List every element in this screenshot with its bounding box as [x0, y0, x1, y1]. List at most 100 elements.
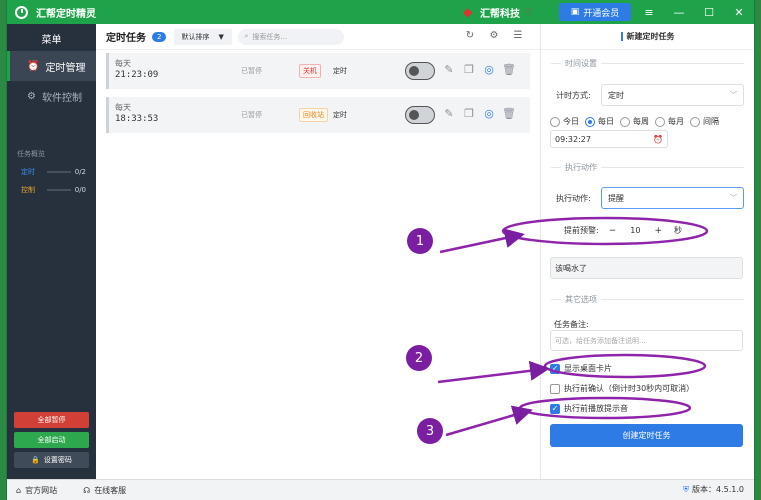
task-row[interactable]: 每天 21:23:09 已暂停 关机 定时 ✎ ❐ ◎ 🗑	[106, 53, 530, 89]
alarm-icon[interactable]: ◎	[479, 107, 499, 120]
document-icon[interactable]: ☰	[506, 30, 530, 41]
edit-icon[interactable]: ✎	[439, 63, 459, 76]
maximize-icon[interactable]: ☐	[694, 0, 724, 24]
section-title: 其它选项	[565, 295, 597, 304]
task-toggle[interactable]	[405, 106, 435, 124]
status-bar: ⌂ 官方网站 ☊ 在线客服 ⛨ 版本：4.5.1.0	[7, 479, 754, 500]
action-select[interactable]: 提醒 ﹀	[601, 187, 744, 209]
sidebar: 菜单 ⏰ 定时管理 ⚙ 软件控制 任务概览 定时 0/2 控制 0/0 全部暂停…	[7, 24, 96, 480]
task-mode: 定时	[333, 67, 347, 75]
new-task-panel: 新建定时任务 时间设置 计时方式: 定时 ﹀ 今日 每日 每周 每月 间隔 09…	[540, 24, 754, 480]
edit-icon[interactable]: ✎	[439, 107, 459, 120]
vip-button[interactable]: ▣ 开通会员	[559, 3, 631, 21]
radio-dot	[655, 116, 665, 127]
sidebar-item-timer-management[interactable]: ⏰ 定时管理	[7, 51, 96, 81]
pause-all-button[interactable]: 全部暂停	[14, 412, 89, 428]
delete-icon[interactable]: 🗑	[499, 63, 519, 76]
sidebar-item-software-control[interactable]: ⚙ 软件控制	[7, 81, 96, 111]
sort-select[interactable]: 默认排序 ▼	[174, 28, 233, 45]
task-row[interactable]: 每天 18:33:53 已暂停 回收站 定时 ✎ ❐ ◎ 🗑	[106, 97, 530, 133]
radio-today[interactable]: 今日	[550, 116, 579, 127]
delete-icon[interactable]: 🗑	[499, 107, 519, 120]
toggle-knob	[409, 66, 419, 76]
title-bar[interactable]: 汇帮定时精灵 ◆ 汇帮科技 ♡ ▣ 开通会员 ≡ — ☐ ✕	[7, 0, 754, 24]
section-title: 时间设置	[565, 59, 597, 68]
heart-icon: ♡	[524, 7, 533, 18]
radio-label: 每日	[598, 117, 614, 126]
radio-label: 间隔	[703, 117, 719, 126]
checkbox-checked-icon: ✓	[550, 363, 560, 374]
radio-dot	[585, 116, 595, 127]
advance-unit: 秒	[673, 226, 682, 235]
radio-label: 每周	[633, 117, 649, 126]
refresh-icon[interactable]: ↻	[458, 30, 482, 41]
create-task-button[interactable]: 创建定时任务	[550, 424, 743, 447]
task-repeat: 每天	[115, 59, 131, 68]
menu-icon[interactable]: ≡	[634, 0, 664, 24]
checkbox-empty-icon	[550, 383, 560, 394]
support-link[interactable]: ☊ 在线客服	[83, 485, 126, 496]
minimize-icon[interactable]: —	[664, 0, 694, 24]
window-controls: ≡ — ☐ ✕	[634, 0, 754, 24]
overview-progress-bar	[47, 171, 71, 173]
app-window: 汇帮定时精灵 ◆ 汇帮科技 ♡ ▣ 开通会员 ≡ — ☐ ✕ 菜单 ⏰ 定时管理…	[7, 0, 754, 480]
clock-icon: ⏰	[27, 60, 40, 72]
settings-icon[interactable]: ⚙	[482, 30, 506, 41]
task-action-tag: 回收站	[299, 108, 328, 122]
toggle-knob	[409, 110, 419, 120]
search-placeholder: 搜索任务...	[252, 32, 288, 41]
alarm-icon[interactable]: ◎	[479, 63, 499, 76]
radio-dot	[620, 116, 630, 127]
panel-title: 新建定时任务	[626, 32, 675, 41]
option-label: 执行前播放提示音	[564, 404, 628, 413]
time-picker-input[interactable]: 09:32:27 ⏰	[550, 130, 668, 148]
option-show-desktop-card[interactable]: ✓ 显示桌面卡片	[550, 363, 612, 374]
message-input[interactable]: 该喝水了	[550, 257, 743, 279]
main-header: 定时任务 2 默认排序 ▼ ⌕ 搜索任务... ↻ ⚙ ☰	[96, 24, 540, 50]
task-toggle[interactable]	[405, 62, 435, 80]
radio-weekly[interactable]: 每周	[620, 116, 649, 127]
lock-icon: 🔒	[31, 456, 40, 464]
sidebar-header: 菜单	[41, 35, 62, 46]
action-label: 执行动作:	[556, 193, 591, 203]
background-right	[755, 0, 761, 500]
task-status: 已暂停	[241, 67, 262, 75]
note-input[interactable]: 可选，给任务添加备注说明...	[550, 330, 743, 351]
timing-method-select[interactable]: 定时 ﹀	[601, 84, 744, 106]
headset-icon: ☊	[83, 485, 91, 495]
timing-method-label: 计时方式:	[556, 90, 591, 100]
vip-button-label: 开通会员	[583, 8, 620, 19]
copy-icon[interactable]: ❐	[459, 63, 479, 76]
brand[interactable]: ◆ 汇帮科技 ♡	[463, 5, 533, 21]
repeat-radio-group: 今日 每日 每周 每月 间隔	[550, 116, 725, 127]
overview-title: 任务概览	[17, 150, 45, 158]
radio-daily[interactable]: 每日	[585, 116, 614, 127]
option-play-sound[interactable]: ✓ 执行前播放提示音	[550, 403, 628, 414]
store-icon: ▣	[570, 7, 580, 17]
radio-interval[interactable]: 间隔	[690, 116, 719, 127]
start-all-button[interactable]: 全部启动	[14, 432, 89, 448]
minus-icon[interactable]: −	[609, 226, 617, 236]
task-time: 21:23:09	[115, 70, 159, 80]
set-password-button[interactable]: 🔒 设置密码	[14, 452, 89, 468]
task-repeat: 每天	[115, 103, 131, 112]
option-confirm-before-run[interactable]: 执行前确认（倒计时30秒内可取消）	[550, 383, 694, 394]
copy-icon[interactable]: ❐	[459, 107, 479, 120]
close-icon[interactable]: ✕	[724, 0, 754, 24]
brand-logo-icon: ◆	[463, 5, 473, 19]
advance-value[interactable]: 10	[630, 226, 640, 235]
gear-icon: ⚙	[27, 90, 36, 102]
main-panel: 定时任务 2 默认排序 ▼ ⌕ 搜索任务... ↻ ⚙ ☰ 每天 21:23:0…	[96, 24, 540, 480]
overview-count: 0/0	[74, 186, 86, 194]
option-label: 显示桌面卡片	[564, 364, 612, 373]
website-link[interactable]: ⌂ 官方网站	[16, 485, 57, 496]
clock-logo-icon	[15, 5, 28, 19]
timing-method-value: 定时	[608, 90, 624, 100]
note-label: 任务备注:	[554, 320, 589, 329]
plus-icon[interactable]: +	[654, 226, 662, 236]
chevron-down-icon: ﹀	[730, 91, 737, 99]
radio-monthly[interactable]: 每月	[655, 116, 684, 127]
panel-header: 新建定时任务	[541, 24, 754, 50]
search-input[interactable]: ⌕ 搜索任务...	[238, 28, 345, 45]
brand-name: 汇帮科技	[480, 9, 520, 20]
